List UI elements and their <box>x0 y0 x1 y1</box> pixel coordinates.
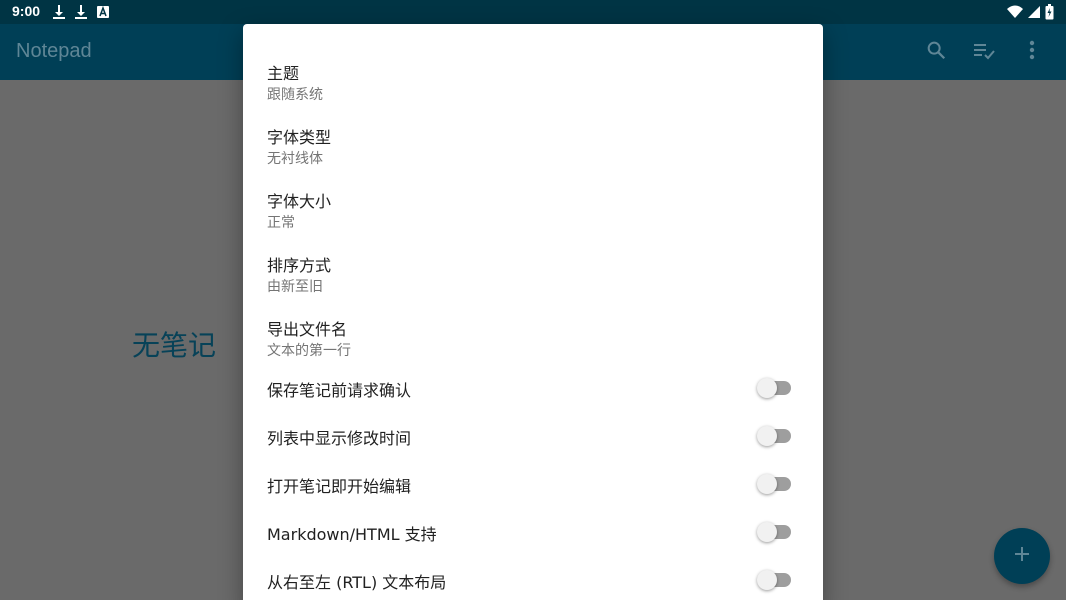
toggle-thumb <box>757 522 777 542</box>
download-icon <box>74 4 88 20</box>
toggle-switch[interactable] <box>757 570 793 590</box>
pref-summary: 由新至旧 <box>267 279 323 295</box>
cellular-signal-icon <box>1027 5 1041 19</box>
app-title: Notepad <box>16 40 92 62</box>
toggle-switch[interactable] <box>757 522 793 542</box>
pref-font-type[interactable]: 字体类型 无衬线体 <box>243 106 823 170</box>
toggle-switch[interactable] <box>757 378 793 398</box>
wifi-icon <box>1007 5 1023 19</box>
toggle-thumb <box>757 426 777 446</box>
pref-summary: 无衬线体 <box>267 151 323 167</box>
pref-edit-on-open[interactable]: 打开笔记即开始编辑 <box>243 460 823 508</box>
more-options-button[interactable] <box>1008 28 1056 76</box>
status-time: 9:00 <box>12 3 41 19</box>
pref-summary: 跟随系统 <box>267 87 323 103</box>
pref-title: 排序方式 <box>267 256 332 275</box>
pref-rtl-layout[interactable]: 从右至左 (RTL) 文本布局 <box>243 556 823 600</box>
empty-notes-message: 无笔记 <box>132 329 217 362</box>
toggle-thumb <box>757 474 777 494</box>
pref-summary: 正常 <box>267 215 295 231</box>
more-vert-icon <box>1029 40 1035 64</box>
font-app-icon <box>96 4 110 20</box>
pref-confirm-before-save[interactable]: 保存笔记前请求确认 <box>243 364 823 412</box>
pref-theme[interactable]: 主题 跟随系统 <box>243 42 823 106</box>
pref-export-filename[interactable]: 导出文件名 文本的第一行 <box>243 298 823 362</box>
download-icon <box>52 4 66 20</box>
search-button[interactable] <box>912 28 960 76</box>
pref-title: 列表中显示修改时间 <box>267 429 412 448</box>
select-all-icon <box>972 39 996 65</box>
toggle-thumb <box>757 378 777 398</box>
pref-title: 保存笔记前请求确认 <box>267 381 412 400</box>
pref-title: 打开笔记即开始编辑 <box>267 477 412 496</box>
toggle-switch[interactable] <box>757 426 793 446</box>
pref-show-modified-time[interactable]: 列表中显示修改时间 <box>243 412 823 460</box>
pref-title: 字体大小 <box>267 192 332 211</box>
screen: 9:00 Notepad 无笔记 主题 跟随系统 字体类型 无衬线体 字体大小 … <box>0 0 1066 600</box>
status-notification-icons <box>52 4 110 20</box>
status-system-icons <box>1007 4 1054 20</box>
toggle-switch[interactable] <box>757 474 793 494</box>
toggle-thumb <box>757 570 777 590</box>
pref-title: Markdown/HTML 支持 <box>267 525 437 544</box>
search-icon <box>925 39 947 65</box>
status-bar: 9:00 <box>0 0 1066 24</box>
pref-sort-order[interactable]: 排序方式 由新至旧 <box>243 234 823 298</box>
pref-title: 导出文件名 <box>267 320 348 339</box>
select-all-button[interactable] <box>960 28 1008 76</box>
app-bar-actions <box>912 24 1056 80</box>
add-icon <box>1013 545 1031 567</box>
pref-summary: 文本的第一行 <box>267 343 351 359</box>
battery-icon <box>1045 4 1054 20</box>
add-note-button[interactable] <box>994 528 1050 584</box>
pref-title: 从右至左 (RTL) 文本布局 <box>267 573 447 592</box>
pref-markdown-html[interactable]: Markdown/HTML 支持 <box>243 508 823 556</box>
settings-dialog: 主题 跟随系统 字体类型 无衬线体 字体大小 正常 排序方式 由新至旧 导出文件… <box>243 24 823 600</box>
pref-title: 字体类型 <box>267 128 332 147</box>
pref-font-size[interactable]: 字体大小 正常 <box>243 170 823 234</box>
pref-title: 主题 <box>267 64 300 83</box>
